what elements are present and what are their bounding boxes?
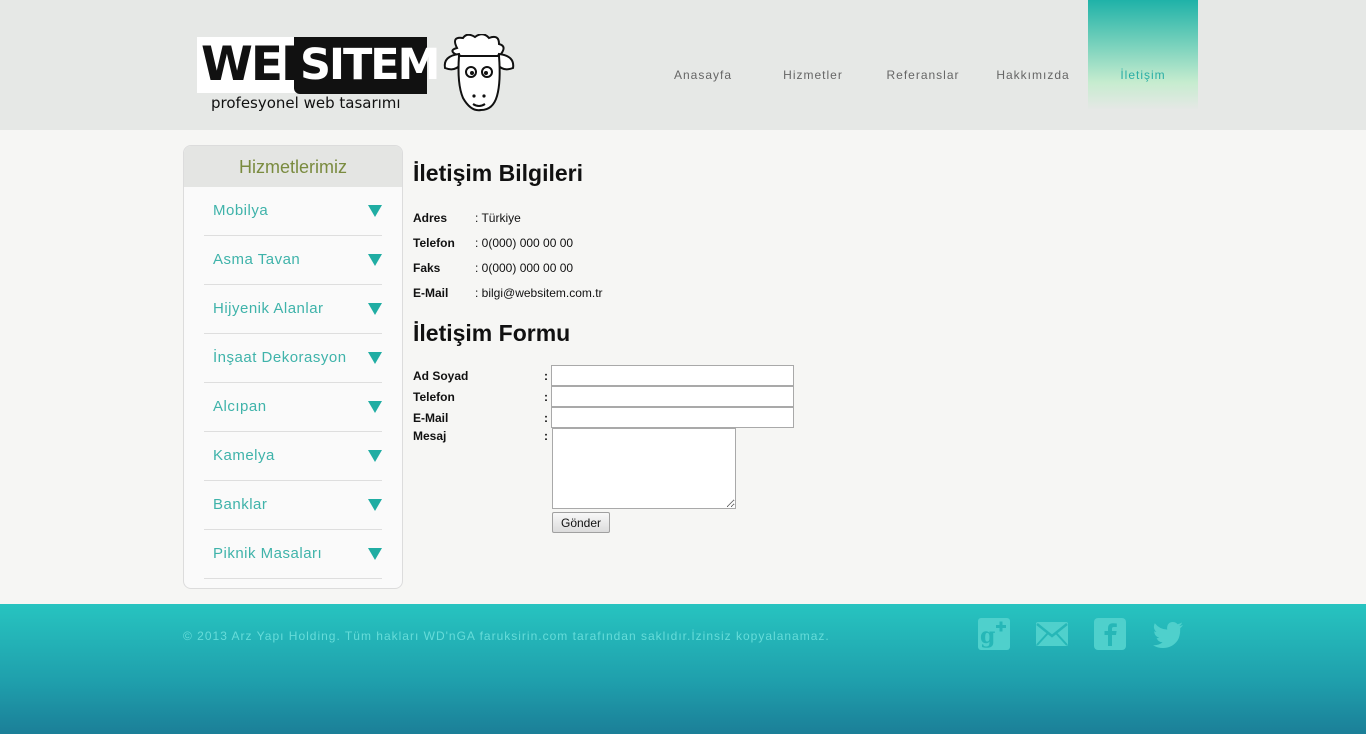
site-footer: © 2013 Arz Yapı Holding. Tüm hakları WD'… [0,604,1366,734]
triangle-down-icon [368,205,382,217]
phone-field[interactable] [551,386,794,407]
triangle-down-icon [368,499,382,511]
triangle-down-icon [368,401,382,413]
contact-form-title: İletişim Formu [413,320,571,346]
name-field[interactable] [551,365,794,386]
sidebar-item-banklar[interactable]: Banklar [204,481,382,530]
sidebar-item-label: Mobilya [213,202,269,219]
sidebar-item-asma-tavan[interactable]: Asma Tavan [204,236,382,285]
triangle-down-icon [368,254,382,266]
contact-value: : 0(000) 000 00 00 [475,236,574,250]
sidebar-item-insaat-dekorasyon[interactable]: İnşaat Dekorasyon [204,334,382,383]
contact-value: : Türkiye [475,211,521,225]
triangle-down-icon [368,352,382,364]
sidebar-item-mobilya[interactable]: Mobilya [204,187,382,236]
logo-tagline: profesyonel web tasarımı [211,94,401,112]
triangle-down-icon [368,303,382,315]
nav-item-hizmetler[interactable]: Hizmetler [758,0,868,110]
email-field[interactable] [551,407,794,428]
field-colon: : [544,369,548,383]
field-colon: : [544,390,548,404]
sidebar-item-alcipan[interactable]: Alcıpan [204,383,382,432]
sidebar-item-label: Alcıpan [213,398,267,415]
contact-key: Telefon [413,236,455,250]
nav-item-iletisim[interactable]: İletişim [1088,0,1198,110]
sidebar-title: Hizmetlerimiz [184,146,402,187]
nav-item-anasayfa[interactable]: Anasayfa [648,0,758,110]
services-sidebar: Hizmetlerimiz Mobilya Asma Tavan Hijyeni… [183,145,403,589]
submit-button[interactable]: Gönder [552,512,610,533]
contact-value: : 0(000) 000 00 00 [475,261,574,275]
name-field-label: Ad Soyad [413,369,469,383]
triangle-down-icon [368,450,382,462]
sidebar-item-label: Asma Tavan [213,251,301,268]
sidebar-item-label: Piknik Masaları [213,545,323,562]
facebook-icon[interactable] [1094,618,1126,650]
sidebar-item-label: İnşaat Dekorasyon [213,349,347,366]
sidebar-item-label: Kamelya [213,447,275,464]
sidebar-item-label: Hijyenik Alanlar [213,300,324,317]
twitter-icon[interactable] [1152,618,1184,650]
phone-field-label: Telefon [413,390,455,404]
sidebar-item-piknik-masalari[interactable]: Piknik Masaları [204,530,382,579]
email-field-label: E-Mail [413,411,449,425]
copyright-text: © 2013 Arz Yapı Holding. Tüm hakları WD'… [183,629,830,643]
nav-item-hakkimizda[interactable]: Hakkımızda [978,0,1088,110]
nav-item-referanslar[interactable]: Referanslar [868,0,978,110]
contact-key: Adres [413,211,448,225]
mail-icon[interactable] [1036,618,1068,650]
site-logo[interactable]: WEB SITEM profesyonel web tasarımı [197,34,517,116]
contact-info-title: İletişim Bilgileri [413,160,583,186]
message-field-label: Mesaj [413,429,447,443]
contact-key: E-Mail [413,286,449,300]
field-colon: : [544,429,548,443]
field-colon: : [544,411,548,425]
sheep-mascot-icon [443,34,515,112]
message-field[interactable] [552,428,736,509]
contact-value: : bilgi@websitem.com.tr [475,286,603,300]
sidebar-item-kamelya[interactable]: Kamelya [204,432,382,481]
google-plus-icon[interactable]: g [978,618,1010,650]
site-header: WEB SITEM profesyonel web tasarımı Anasa… [0,0,1366,130]
sidebar-item-label: Banklar [213,496,268,513]
sidebar-item-hijyenik-alanlar[interactable]: Hijyenik Alanlar [204,285,382,334]
logo-word-sitem: SITEM [294,37,440,94]
triangle-down-icon [368,548,382,560]
svg-text:g: g [980,623,995,649]
contact-key: Faks [413,261,441,275]
logo-word-web: WEB [197,37,317,93]
